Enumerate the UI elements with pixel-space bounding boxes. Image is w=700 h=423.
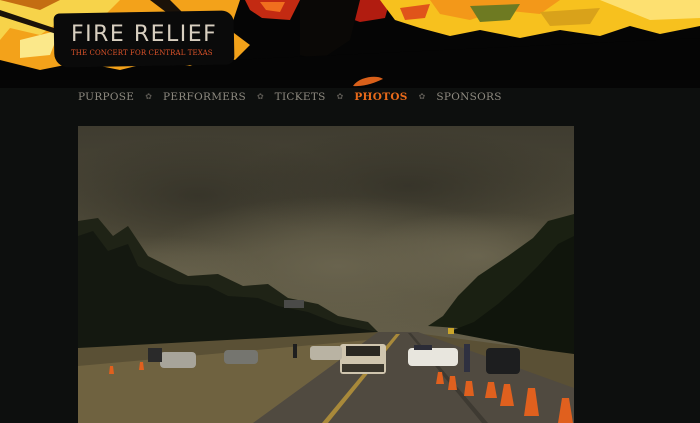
logo-title[interactable]: FIRE RELIEF [71, 22, 217, 47]
header-banner: FIRE RELIEF THE CONCERT FOR CENTRAL TEXA… [0, 0, 700, 88]
leaf-divider-icon: ✿ [256, 92, 264, 101]
nav-item-sponsors[interactable]: SPONSORS [436, 91, 501, 103]
main-nav: PURPOSE ✿ PERFORMERS ✿ TICKETS ✿ PHOTOS … [78, 89, 502, 105]
nav-item-purpose[interactable]: PURPOSE [78, 91, 134, 103]
leaf-divider-icon: ✿ [418, 92, 426, 101]
logo-subtitle: THE CONCERT FOR CENTRAL TEXAS [71, 49, 213, 57]
wildfire-photo[interactable] [78, 126, 574, 423]
leaf-accent-icon [353, 76, 383, 87]
leaf-divider-icon: ✿ [336, 92, 344, 101]
wildfire-smoke-photo-icon [78, 126, 574, 423]
nav-item-performers[interactable]: PERFORMERS [163, 91, 246, 103]
nav-item-photos[interactable]: PHOTOS [354, 91, 407, 103]
nav-item-tickets[interactable]: TICKETS [275, 91, 326, 103]
leaf-divider-icon: ✿ [145, 92, 152, 101]
